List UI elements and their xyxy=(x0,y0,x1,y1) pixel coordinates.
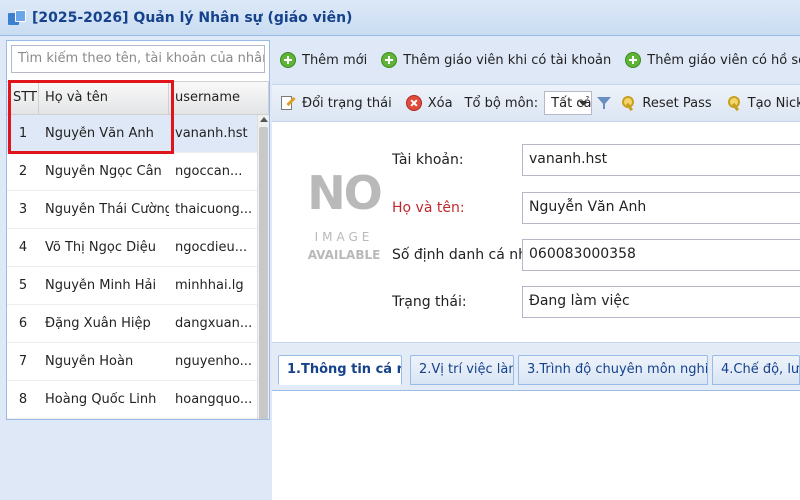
tab-qualification[interactable]: 3.Trình độ chuyên môn nghiệp vụ xyxy=(518,355,708,385)
delete-label: Xóa xyxy=(427,95,453,111)
vertical-scrollbar[interactable] xyxy=(257,115,269,419)
row-stt: 3 xyxy=(18,202,28,217)
row-username: vananh.hst xyxy=(175,126,248,141)
row-username: nguyenho... xyxy=(175,354,253,369)
tab-strip: 1.Thông tin cá nhân 2.Vị trí việc làm 3.… xyxy=(272,342,800,390)
add-icon xyxy=(280,52,296,68)
add-teacher-from-vnedu-button[interactable]: Thêm giáo viên có hồ sơ trên VNEDU IOC xyxy=(625,52,800,68)
primary-toolbar: Thêm mới Thêm giáo viên khi có tài khoản… xyxy=(272,44,800,76)
edit-icon xyxy=(280,95,296,111)
tab-job-position[interactable]: 2.Vị trí việc làm xyxy=(410,355,514,385)
table-row[interactable]: 2 Nguyễn Ngọc Cân ngoccan... xyxy=(7,153,257,191)
table-row[interactable]: 3 Nguyễn Thái Cường thaicuong... xyxy=(7,191,257,229)
staff-list-panel: Tìm kiếm theo tên, tài khoản của nhân sự… xyxy=(6,40,270,420)
column-header-username[interactable]: username xyxy=(169,82,269,114)
search-input[interactable]: Tìm kiếm theo tên, tài khoản của nhân sự… xyxy=(11,45,265,73)
row-stt: 8 xyxy=(18,392,28,407)
row-username: minhhai.lg xyxy=(175,278,244,293)
row-name: Võ Thị Ngọc Diệu xyxy=(45,240,156,255)
key-icon xyxy=(620,95,636,111)
row-name: Hoàng Quốc Linh xyxy=(45,392,157,407)
table-row[interactable]: 5 Nguyễn Minh Hải minhhai.lg xyxy=(7,267,257,305)
table-row[interactable]: 4 Võ Thị Ngọc Diệu ngocdieu... xyxy=(7,229,257,267)
add-new-button[interactable]: Thêm mới xyxy=(280,52,367,68)
department-label: Tổ bộ môn: xyxy=(464,95,539,111)
personal-id-field[interactable]: 060083000358 xyxy=(522,239,800,271)
row-name: Nguyễn Hoàn xyxy=(45,354,134,369)
column-header-name[interactable]: Họ và tên xyxy=(39,82,169,114)
add-teacher-from-account-button[interactable]: Thêm giáo viên khi có tài khoản xyxy=(381,52,611,68)
no-image-big-text: NO xyxy=(307,166,383,220)
add-new-label: Thêm mới xyxy=(302,52,368,68)
grid-body: 1 Nguyễn Văn Anh vananh.hst 2 Nguyễn Ngọ… xyxy=(7,115,257,419)
window-title: [2025-2026] Quản lý Nhân sự (giáo viên) xyxy=(32,9,353,26)
row-name: Đặng Xuân Hiệp xyxy=(45,316,151,331)
row-name: Nguyễn Văn Anh xyxy=(45,126,154,141)
row-name: Nguyễn Thái Cường xyxy=(45,202,169,217)
chevron-down-icon xyxy=(579,101,588,106)
add-icon xyxy=(381,52,398,68)
create-nickname-button[interactable]: Tạo Nick name xyxy=(726,95,800,111)
add-teacher-from-account-label: Thêm giáo viên khi có tài khoản xyxy=(403,52,612,68)
tab-salary[interactable]: 4.Chế độ, lương, xyxy=(712,355,800,385)
delete-icon xyxy=(405,95,422,111)
add-icon xyxy=(625,52,642,68)
row-stt: 1 xyxy=(18,126,28,141)
tab-personal-info[interactable]: 1.Thông tin cá nhân xyxy=(278,355,402,385)
delete-button[interactable]: Xóa xyxy=(405,95,453,111)
row-stt: 5 xyxy=(18,278,28,293)
secondary-toolbar: Đổi trạng thái Xóa Tổ bộ môn: Tất cả Res… xyxy=(272,84,800,122)
row-username: hoangquo... xyxy=(175,392,253,407)
row-username: ngocdieu... xyxy=(175,240,248,255)
row-username: dangxuan... xyxy=(175,316,253,331)
staff-detail-form: NO IMAGE AVAILABLE Tài khoản: vananh.hst… xyxy=(272,122,800,342)
row-stt: 6 xyxy=(18,316,28,331)
fullname-field[interactable]: Nguyễn Văn Anh xyxy=(522,192,800,224)
table-row[interactable]: 6 Đặng Xuân Hiệp dangxuan... xyxy=(7,305,257,343)
fullname-label: Họ và tên: xyxy=(392,200,465,216)
no-image-line2: AVAILABLE xyxy=(307,248,381,262)
row-username: thaicuong... xyxy=(175,202,253,217)
app-icon xyxy=(8,9,26,26)
create-nickname-label: Tạo Nick name xyxy=(747,95,800,111)
reset-pass-button[interactable]: Reset Pass xyxy=(620,95,712,111)
status-field[interactable]: Đang làm việc xyxy=(522,286,800,318)
table-row[interactable]: 1 Nguyễn Văn Anh vananh.hst xyxy=(7,115,257,153)
tab-content xyxy=(272,390,800,500)
no-image-line1: IMAGE xyxy=(314,230,374,244)
left-footer-area xyxy=(0,420,272,500)
row-stt: 4 xyxy=(18,240,28,255)
key-icon xyxy=(726,95,742,111)
reset-pass-label: Reset Pass xyxy=(642,95,712,111)
row-username: ngoccan... xyxy=(175,164,243,179)
add-teacher-from-vnedu-label: Thêm giáo viên có hồ sơ trên VNEDU IOC xyxy=(647,52,800,68)
title-bar: [2025-2026] Quản lý Nhân sự (giáo viên) xyxy=(0,0,800,36)
scroll-up-icon[interactable] xyxy=(260,117,268,122)
column-header-stt[interactable]: STT xyxy=(7,82,39,114)
row-stt: 2 xyxy=(18,164,28,179)
row-name: Nguyễn Minh Hải xyxy=(45,278,157,293)
row-name: Nguyễn Ngọc Cân xyxy=(45,164,162,179)
change-status-label: Đổi trạng thái xyxy=(302,95,392,111)
filter-icon[interactable] xyxy=(596,95,612,111)
table-row[interactable]: 7 Nguyễn Hoàn nguyenho... xyxy=(7,343,257,381)
no-image-placeholder: NO IMAGE AVAILABLE xyxy=(304,160,384,262)
status-label: Trạng thái: xyxy=(392,294,467,310)
scroll-thumb[interactable] xyxy=(259,127,268,419)
department-select[interactable]: Tất cả xyxy=(544,91,593,115)
row-stt: 7 xyxy=(18,354,28,369)
account-label: Tài khoản: xyxy=(392,152,464,168)
table-row[interactable]: 8 Hoàng Quốc Linh hoangquo... xyxy=(7,381,257,419)
grid-header: STT Họ và tên username xyxy=(7,81,269,115)
account-field[interactable]: vananh.hst xyxy=(522,144,800,176)
change-status-button[interactable]: Đổi trạng thái xyxy=(280,95,392,111)
